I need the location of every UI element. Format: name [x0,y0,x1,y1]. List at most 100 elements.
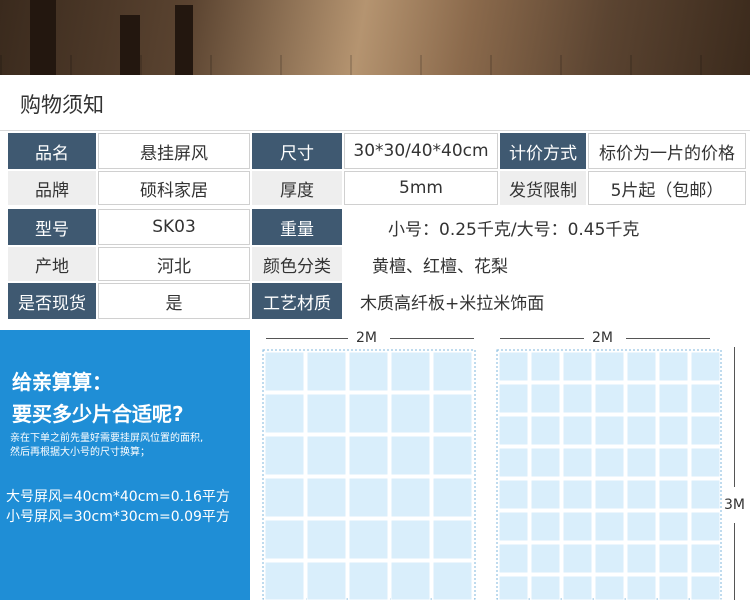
grid-tile [432,477,473,518]
grid-tile [498,383,529,414]
calc-heading-1: 给亲算算： [12,370,112,394]
grid-tile [626,351,657,382]
grid-tile [530,543,561,574]
grid-tile [562,543,593,574]
grid-tile [690,415,721,446]
value-in-stock: 是 [98,283,250,319]
grid-tile [530,479,561,510]
grid-tile [658,383,689,414]
grid-tile [432,351,473,392]
label-material: 工艺材质 [252,283,342,319]
divider [0,130,750,131]
value-material: 木质高纤板+米拉米饰面 [344,283,746,319]
grid-tile [498,543,529,574]
value-pricing: 标价为一片的价格 [588,133,746,169]
label-model: 型号 [8,209,96,245]
grid-tile [432,435,473,476]
label-origin: 产地 [8,247,96,281]
table-leg [120,15,140,75]
grid-tile [562,383,593,414]
grid-tile [390,519,431,560]
grid-tile [390,435,431,476]
dimension-line-vertical [734,523,735,600]
grid-tile [498,415,529,446]
grid-tile [690,447,721,478]
grid-tile [348,435,389,476]
grid-tile [306,519,347,560]
grid-tile [594,383,625,414]
grid-tile [690,575,721,600]
height-label: 3M [724,497,745,513]
grid-tile [690,383,721,414]
grid-tile [432,561,473,600]
grid-tile [658,447,689,478]
calculation-section: 给亲算算： 要买多少片合适呢? 亲在下单之前先量好需要挂屏风位置的面积, 然后再… [0,325,750,600]
grid-tile [594,511,625,542]
grid-tile [562,351,593,382]
grid-tile [432,393,473,434]
grid-tile [348,561,389,600]
calc-note-1: 亲在下单之前先量好需要挂屏风位置的面积, [10,433,204,444]
left-width-label: 2M [356,330,377,346]
label-shipping: 发货限制 [500,171,586,205]
grid-tile [348,519,389,560]
grid-tile [594,415,625,446]
value-color: 黄檀、红檀、花梨 [344,247,746,281]
dimension-line [500,338,584,339]
label-thickness: 厚度 [252,171,342,205]
grid-tile [530,511,561,542]
grid-tile [594,351,625,382]
grid-tile [562,479,593,510]
grid-tile [530,383,561,414]
grid-tile [658,575,689,600]
grid-tile [690,479,721,510]
dimension-line [266,338,348,339]
grid-tile [658,511,689,542]
calc-note-2: 然后再根据大小号的尺寸换算； [10,447,150,458]
value-origin: 河北 [98,247,250,281]
grid-tile [264,519,305,560]
label-weight: 重量 [252,209,342,245]
grid-tile [562,575,593,600]
grid-tile [658,479,689,510]
label-in-stock: 是否现货 [8,283,96,319]
label-product-name: 品名 [8,133,96,169]
calc-heading-2: 要买多少片合适呢? [12,402,184,426]
grid-tile [626,511,657,542]
grid-tile [594,479,625,510]
grid-tile [530,575,561,600]
value-brand: 硕科家居 [98,171,250,205]
grid-tile [498,479,529,510]
header-photo [0,0,750,75]
grid-tile [594,543,625,574]
right-width-label: 2M [592,330,613,346]
value-model: SK03 [98,209,250,245]
shopping-info-section: 购物须知 品名 悬挂屏风 尺寸 30*30/40*40cm 计价方式 标价为一片… [0,75,750,325]
grid-tile [306,393,347,434]
grid-tile [690,351,721,382]
grid-tile [264,561,305,600]
dimension-line-vertical [734,347,735,487]
grid-tile [498,351,529,382]
grid-tile [348,393,389,434]
label-brand: 品牌 [8,171,96,205]
grid-tile [348,351,389,392]
value-product-name: 悬挂屏风 [98,133,250,169]
small-tile-grid [496,349,722,600]
table-leg [30,0,56,75]
grid-tile [498,575,529,600]
grid-tile [530,447,561,478]
grid-tile [306,351,347,392]
grid-tile [594,447,625,478]
table-leg [175,5,193,75]
value-thickness: 5mm [344,171,498,205]
grid-tile [594,575,625,600]
value-weight: 小号：0.25千克/大号：0.45千克 [344,209,746,245]
grid-tile [390,561,431,600]
grid-tile [658,415,689,446]
grid-tile [432,519,473,560]
dimension-line [626,338,710,339]
value-size: 30*30/40*40cm [344,133,498,169]
grid-tile [264,351,305,392]
grid-tile [658,351,689,382]
